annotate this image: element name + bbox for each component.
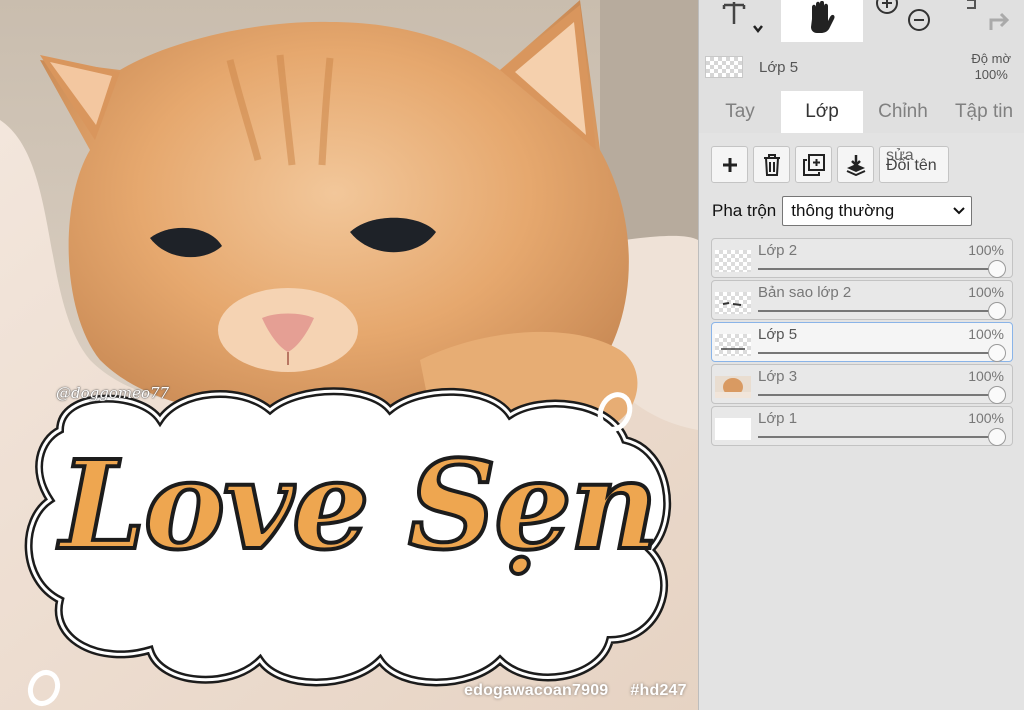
layer-thumbnail (715, 418, 751, 440)
layer-thumbnail (715, 250, 751, 272)
hand-tool-icon (811, 1, 835, 33)
merge-down-icon (846, 154, 865, 176)
layer-opacity: 100% (968, 410, 1004, 426)
side-panel: Lớp 5 Độ mờ 100% Tay Lớp Chỉnh Tập tin s… (698, 0, 1024, 710)
opacity-slider-handle[interactable] (988, 428, 1006, 446)
layer-thumbnail (715, 334, 751, 356)
blend-mode-value: thông thường (791, 201, 895, 220)
history-buttons (951, 0, 1021, 42)
layer-item[interactable]: Lớp 2 100% (711, 238, 1013, 278)
current-layer-info: Lớp 5 Độ mờ 100% (699, 44, 1024, 90)
blend-mode-select[interactable]: thông thường (782, 196, 973, 226)
text-tool-icon (722, 2, 763, 34)
duplicate-icon (802, 153, 825, 176)
layer-item[interactable]: Bản sao lớp 2 100% (711, 280, 1013, 320)
blend-mode-label: Pha trộn (712, 201, 777, 220)
opacity-slider-track[interactable] (758, 352, 1004, 354)
plus-icon (722, 157, 737, 172)
layer-item[interactable]: Lớp 1 100% (711, 406, 1013, 446)
layer-item[interactable]: Lớp 3 100% (711, 364, 1013, 404)
tool-bar (699, 0, 1024, 42)
layer-item-selected[interactable]: Lớp 5 100% (711, 322, 1013, 362)
merge-down-button[interactable] (837, 146, 874, 183)
layer-opacity: 100% (968, 242, 1004, 258)
layer-name: Bản sao lớp 2 (758, 284, 852, 301)
layer-thumbnail (715, 376, 751, 398)
layer-opacity: 100% (968, 368, 1004, 384)
hand-tool-button[interactable] (781, 0, 863, 42)
image-canvas[interactable]: Love Sẹn @doggomeo77 edogawacoan7909 #hd2… (0, 0, 698, 710)
tab-tap-tin[interactable]: Tập tin (943, 91, 1024, 133)
watermark-user: edogawacoan7909 (464, 682, 609, 699)
layers-panel: sửa Đổi tên Pha trộn thông thường Lớp 2 … (699, 133, 1024, 710)
current-layer-opacity[interactable]: Độ mờ 100% (971, 51, 1011, 83)
layer-name: Lớp 2 (758, 242, 798, 259)
rename-label: Đổi tên (886, 157, 937, 174)
blend-mode-row: Pha trộn thông thường (712, 196, 973, 226)
opacity-slider-handle[interactable] (988, 260, 1006, 278)
undo-icon[interactable] (967, 0, 976, 9)
opacity-slider-track[interactable] (758, 268, 1004, 270)
opacity-value: 100% (974, 67, 1008, 82)
watermark-credit: edogawacoan7909 #hd247 (464, 682, 687, 700)
zoom-buttons (869, 0, 939, 42)
opacity-slider-track[interactable] (758, 394, 1004, 396)
current-layer-thumbnail (705, 56, 743, 78)
zoom-in-icon[interactable] (876, 0, 898, 14)
trash-icon (763, 153, 780, 176)
duplicate-layer-button[interactable] (795, 146, 832, 183)
chevron-down-icon (953, 207, 965, 215)
tab-lop[interactable]: Lớp (781, 91, 863, 133)
redo-icon[interactable] (989, 12, 1010, 30)
rename-layer-button[interactable]: sửa Đổi tên (879, 146, 949, 183)
add-layer-button[interactable] (711, 146, 748, 183)
tab-tay[interactable]: Tay (699, 91, 781, 133)
opacity-slider-handle[interactable] (988, 302, 1006, 320)
opacity-slider-track[interactable] (758, 310, 1004, 312)
layer-opacity: 100% (968, 284, 1004, 300)
watermark-tag: #hd247 (630, 682, 687, 699)
delete-layer-button[interactable] (753, 146, 790, 183)
text-tool-button[interactable] (699, 0, 781, 42)
layer-opacity: 100% (968, 326, 1004, 342)
opacity-slider-track[interactable] (758, 436, 1004, 438)
sticker-title: Love Sẹn (58, 431, 661, 579)
layer-name: Lớp 1 (758, 410, 798, 427)
layer-name: Lớp 5 (758, 326, 798, 343)
layer-thumbnail (715, 292, 751, 314)
opacity-slider-handle[interactable] (988, 386, 1006, 404)
opacity-slider-handle[interactable] (988, 344, 1006, 362)
opacity-label: Độ mờ (971, 51, 1011, 66)
current-layer-name: Lớp 5 (759, 59, 799, 76)
panel-tabs: Tay Lớp Chỉnh Tập tin (699, 91, 1024, 133)
watermark-handle: @doggomeo77 (56, 384, 170, 402)
cloud-sticker (24, 387, 672, 707)
tab-chinh[interactable]: Chỉnh (863, 91, 943, 133)
zoom-out-icon[interactable] (908, 9, 930, 31)
layer-name: Lớp 3 (758, 368, 798, 385)
